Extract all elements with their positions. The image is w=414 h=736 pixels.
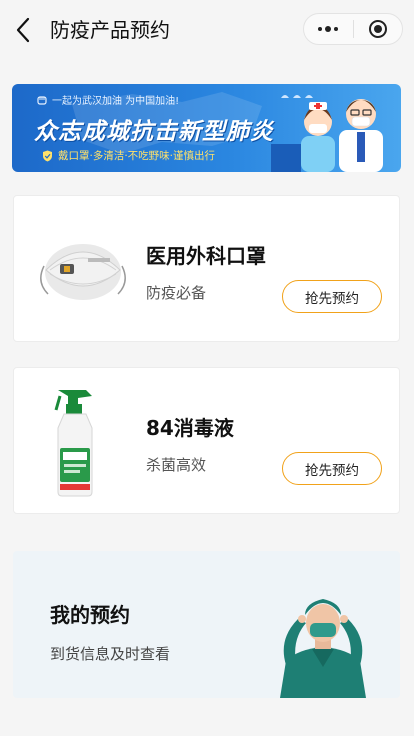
reserve-button-mask[interactable]: 抢先预约 xyxy=(282,280,382,313)
reserve-button-disinfectant[interactable]: 抢先预约 xyxy=(282,452,382,485)
product-description: 杀菌高效 xyxy=(146,456,207,474)
more-dots-icon xyxy=(318,26,339,32)
nurse-illustration xyxy=(280,599,366,698)
chevron-left-icon xyxy=(16,17,30,43)
more-button[interactable] xyxy=(304,14,353,44)
mini-program-capsule xyxy=(303,13,403,45)
banner-subline: 戴口罩·多清洁·不吃野味·谨慎出行 xyxy=(42,148,215,163)
close-mini-program-button[interactable] xyxy=(354,14,403,44)
my-reservation-title: 我的预约 xyxy=(50,603,130,627)
mask-image xyxy=(40,244,126,300)
banner-tagline-text: 一起为武汉加油 为中国加油! xyxy=(52,96,180,107)
product-name: 84消毒液 xyxy=(146,416,234,440)
product-card-disinfectant[interactable]: 84消毒液 杀菌高效 抢先预约 xyxy=(13,367,400,514)
banner-headline: 众志成城抗击新型肺炎 xyxy=(34,119,274,145)
doctor-nurse-illustration xyxy=(271,95,383,172)
banner-subline-text: 戴口罩·多清洁·不吃野味·谨慎出行 xyxy=(58,150,216,162)
nav-bar: 防疫产品预约 xyxy=(0,0,414,60)
disinfectant-bottle-image xyxy=(54,390,93,497)
shield-icon xyxy=(43,150,52,161)
target-circle-icon xyxy=(368,20,387,38)
campaign-banner[interactable]: 一起为武汉加油 为中国加油! 众志成城抗击新型肺炎 戴口罩·多清洁·不吃野味·谨… xyxy=(12,84,401,172)
back-button[interactable] xyxy=(10,14,36,46)
my-reservation-subtitle: 到货信息及时查看 xyxy=(50,645,171,663)
fist-icon xyxy=(37,95,47,105)
banner-tagline: 一起为武汉加油 为中国加油! xyxy=(36,92,179,107)
page-title: 防疫产品预约 xyxy=(50,18,170,42)
product-card-mask[interactable]: 医用外科口罩 防疫必备 抢先预约 xyxy=(13,195,400,342)
product-description: 防疫必备 xyxy=(146,284,207,302)
my-reservation-card[interactable]: 我的预约 到货信息及时查看 xyxy=(13,551,400,698)
product-name: 医用外科口罩 xyxy=(146,244,266,268)
